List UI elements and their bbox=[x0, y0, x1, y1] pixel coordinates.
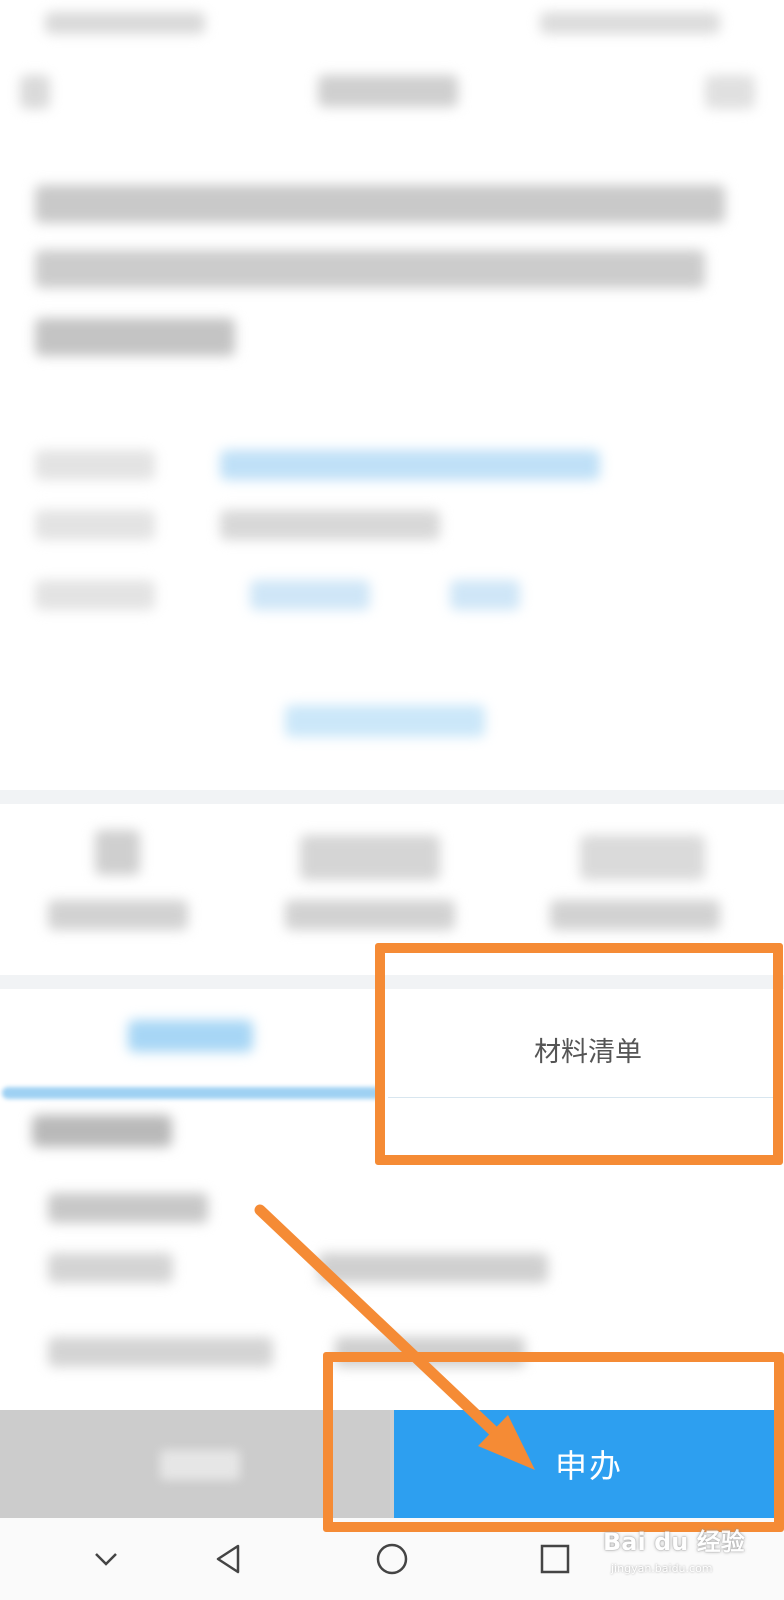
tab-bar: 材料清单 bbox=[0, 995, 784, 1095]
stat-label bbox=[550, 900, 720, 930]
section-heading bbox=[32, 1115, 172, 1147]
section-divider bbox=[0, 975, 784, 989]
apply-label: 申办 bbox=[554, 1447, 623, 1485]
info-label bbox=[35, 450, 155, 480]
info-link[interactable] bbox=[250, 580, 370, 610]
list-item bbox=[335, 1337, 525, 1367]
stat-label bbox=[48, 900, 188, 930]
tab-materials[interactable]: 材料清单 bbox=[392, 995, 784, 1095]
content-list bbox=[0, 1115, 784, 1405]
stats-row bbox=[0, 805, 784, 975]
watermark-url: jingyan.baidu.com bbox=[611, 1562, 713, 1575]
info-value bbox=[220, 510, 440, 540]
tab-label bbox=[128, 1020, 253, 1052]
description-line bbox=[35, 250, 705, 288]
list-item bbox=[48, 1337, 273, 1367]
stat-value bbox=[580, 835, 705, 880]
more-icon[interactable] bbox=[705, 75, 755, 109]
watermark-text: Bai du 经验 bbox=[603, 1528, 745, 1556]
tab-active-indicator bbox=[2, 1087, 382, 1099]
recents-icon[interactable] bbox=[535, 1539, 575, 1579]
consult-button[interactable] bbox=[0, 1410, 390, 1518]
tab-materials-label: 材料清单 bbox=[534, 1037, 642, 1068]
status-icons bbox=[540, 12, 720, 34]
apply-button[interactable]: 申办 bbox=[394, 1410, 784, 1518]
consult-label bbox=[160, 1450, 240, 1480]
info-label bbox=[35, 510, 155, 540]
info-label bbox=[35, 580, 155, 610]
home-icon[interactable] bbox=[372, 1539, 412, 1579]
expand-link[interactable] bbox=[285, 705, 485, 737]
back-icon[interactable] bbox=[208, 1539, 248, 1579]
status-bar bbox=[0, 0, 784, 50]
info-link[interactable] bbox=[220, 450, 600, 480]
stat-value bbox=[95, 830, 140, 875]
bottom-action-bar: 申办 bbox=[0, 1410, 784, 1518]
list-item bbox=[48, 1193, 208, 1223]
back-icon[interactable] bbox=[20, 75, 50, 109]
section-divider bbox=[0, 790, 784, 804]
list-item bbox=[48, 1253, 173, 1283]
chevron-down-icon[interactable] bbox=[86, 1539, 126, 1579]
app-header bbox=[0, 55, 784, 130]
tab-underline bbox=[388, 1097, 778, 1098]
description-line bbox=[35, 185, 725, 223]
status-time bbox=[45, 12, 205, 34]
info-link[interactable] bbox=[450, 580, 520, 610]
service-info bbox=[0, 150, 784, 790]
stat-value bbox=[300, 835, 440, 880]
stat-label bbox=[285, 900, 455, 930]
description-line bbox=[35, 318, 235, 356]
list-item bbox=[318, 1253, 548, 1283]
page-title bbox=[318, 75, 458, 107]
tab-handling-guide[interactable] bbox=[0, 995, 392, 1095]
